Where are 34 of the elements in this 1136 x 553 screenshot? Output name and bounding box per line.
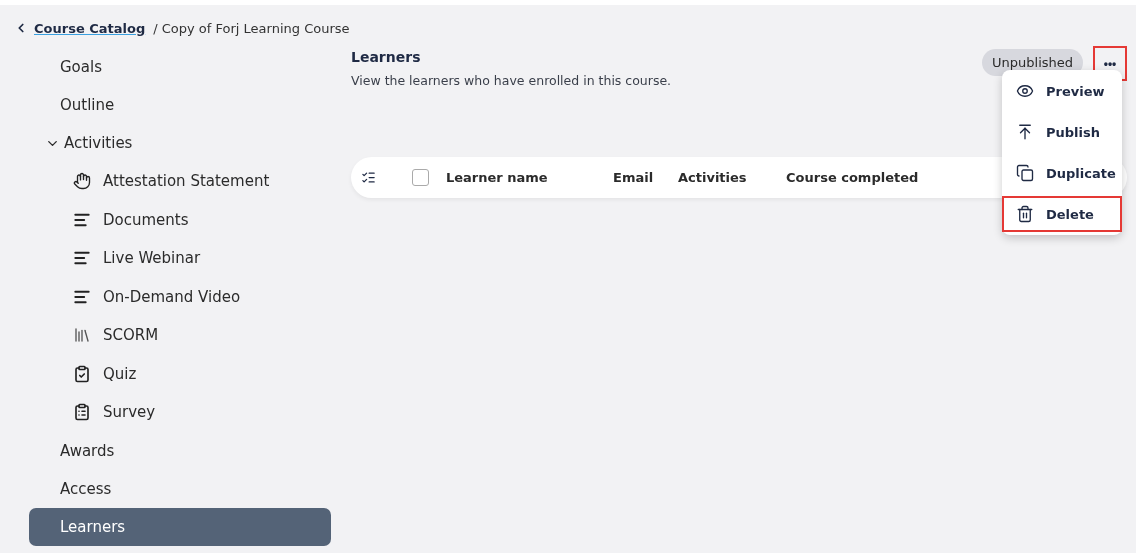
select-all-checkbox[interactable] [412, 169, 429, 186]
sidebar-item[interactable]: Learners [29, 507, 331, 546]
upload-icon [1016, 123, 1034, 141]
hand-icon [73, 172, 91, 191]
activity-item[interactable]: Survey [29, 393, 331, 432]
eye-icon [1016, 82, 1034, 100]
sidebar-item[interactable]: Access [29, 469, 331, 508]
page-subtitle: View the learners who have enrolled in this course. [351, 73, 672, 88]
activity-item[interactable]: SCORM [29, 316, 331, 355]
activity-item[interactable]: Quiz [29, 354, 331, 393]
menu-item[interactable]: Publish [1002, 114, 1122, 150]
sidebar-group-label: Activities [64, 134, 133, 152]
menu-item[interactable]: Delete [1002, 196, 1122, 232]
clipboard-list-icon [73, 403, 91, 422]
menu-item[interactable]: Duplicate [1002, 155, 1122, 191]
column-header: Learner name [446, 170, 549, 185]
back-link[interactable]: Course Catalog [14, 20, 146, 36]
breadcrumb-current: / Copy of Forj Learning Course [153, 20, 350, 36]
sidebar-group[interactable]: Activities [29, 124, 331, 162]
list-icon[interactable] [361, 170, 376, 185]
activity-item[interactable]: Attestation Statement [29, 162, 331, 201]
trash-icon [1016, 205, 1034, 223]
sidebar-item[interactable]: Awards [29, 431, 331, 470]
activity-item[interactable]: Documents [29, 200, 331, 239]
sidebar-item[interactable]: Goals [29, 48, 331, 86]
column-header: Activities [678, 170, 748, 185]
copy-icon [1016, 164, 1034, 182]
activity-item[interactable]: Live Webinar [29, 239, 331, 278]
sidebar-item[interactable]: Outline [29, 86, 331, 124]
column-header: Email [613, 170, 655, 185]
activity-item[interactable]: On-Demand Video [29, 277, 331, 316]
page-title: Learners [351, 49, 422, 65]
clipboard-check-icon [73, 364, 91, 383]
column-header: Course completed [786, 170, 920, 185]
